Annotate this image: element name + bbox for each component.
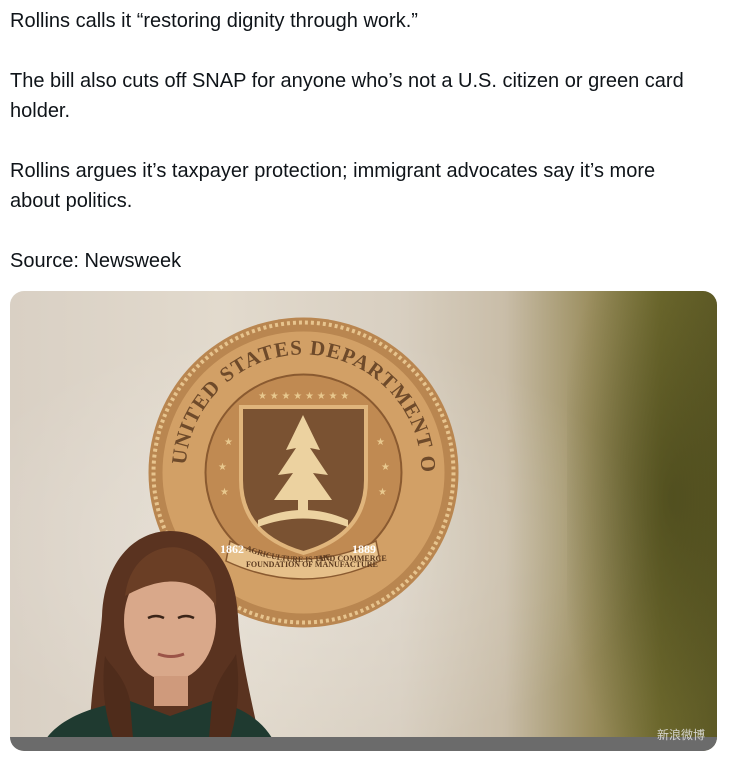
- svg-text:★: ★: [224, 437, 233, 448]
- post-paragraph-3: Rollins argues it’s taxpayer protection;…: [10, 160, 656, 212]
- post-photo[interactable]: UNITED STATES DEPARTMENT OF AGRICULTURE …: [10, 291, 717, 751]
- person-photo: [40, 531, 278, 751]
- svg-text:★: ★: [220, 487, 229, 498]
- svg-text:★ ★ ★ ★ ★ ★ ★ ★: ★ ★ ★ ★ ★ ★ ★ ★: [258, 391, 349, 402]
- seal-year-right: 1889: [352, 542, 376, 556]
- post-text: Rollins calls it “restoring dignity thro…: [10, 6, 710, 276]
- photo-bottom-bar: [10, 737, 717, 751]
- svg-text:★: ★: [381, 462, 390, 473]
- post-paragraph-2: The bill also cuts off SNAP for anyone w…: [10, 70, 684, 122]
- post-paragraph-1: Rollins calls it “restoring dignity thro…: [10, 10, 418, 32]
- watermark: 新浪微博: [656, 728, 705, 742]
- svg-text:★: ★: [218, 462, 227, 473]
- blurred-foreground: [567, 291, 717, 751]
- post-source: Source: Newsweek: [10, 250, 182, 272]
- svg-text:★: ★: [378, 487, 387, 498]
- svg-text:★: ★: [376, 437, 385, 448]
